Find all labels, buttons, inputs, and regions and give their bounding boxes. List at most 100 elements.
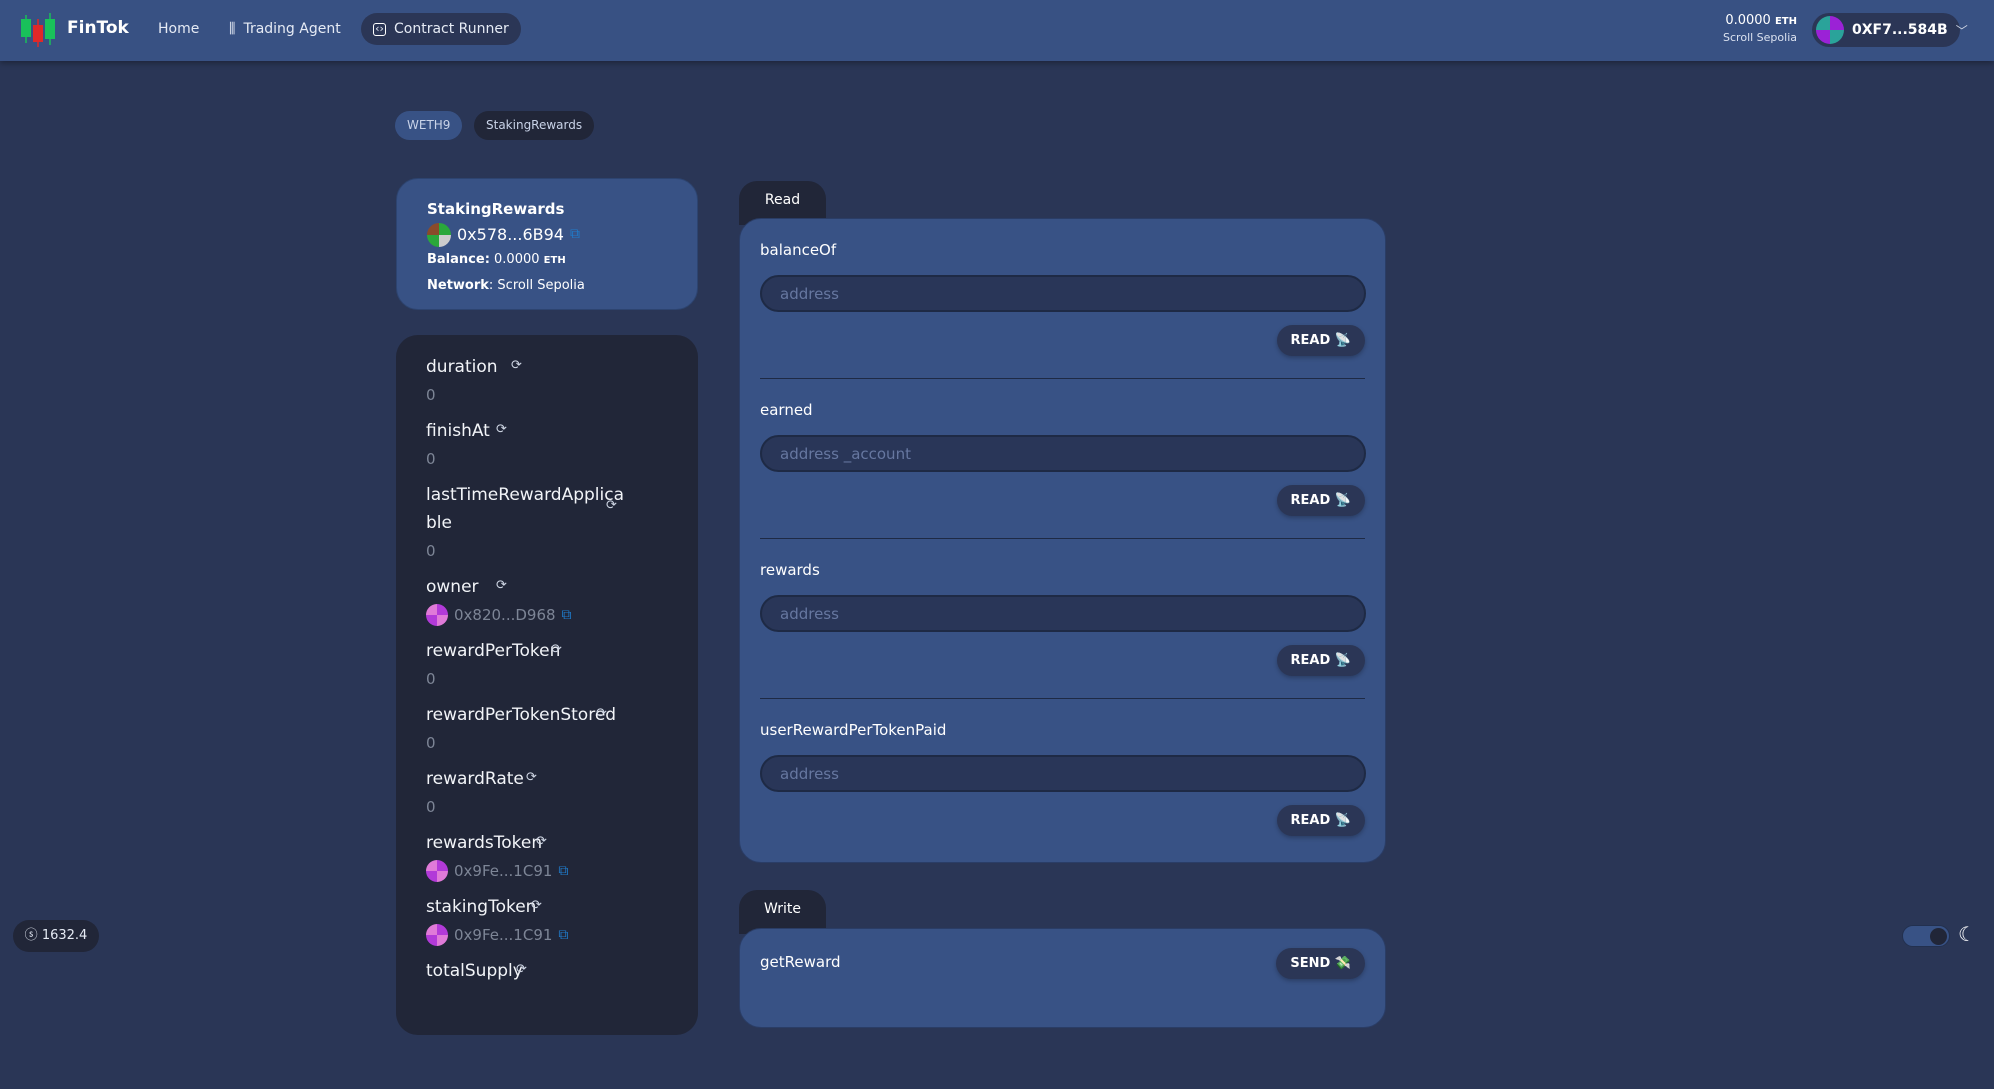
variable-name: rewardPerToken [426,641,561,661]
code-icon: ‹› [373,22,386,36]
read-button[interactable]: READ 📡 [1276,805,1365,836]
variable-value-text: 0 [426,734,436,752]
refresh-icon[interactable]: ⟳ [526,770,537,785]
contract-network: : Scroll Sepolia [488,278,585,293]
theme-toggle[interactable] [1902,925,1950,947]
variable-value-text: 0 [426,798,436,816]
balance-value: 0.0000 [1725,13,1771,28]
variable-value: 0 [426,665,698,693]
variable-name: rewardsToken [426,833,543,853]
function-name: balanceOf [760,241,837,259]
variable-value: 0 [426,729,698,757]
variable-value-text: 0x820...D968 [454,606,556,624]
network-name: Scroll Sepolia [1723,31,1797,44]
read-button[interactable]: READ 📡 [1276,485,1365,516]
nav-home[interactable]: Home [146,13,211,45]
address-avatar [426,860,448,882]
refresh-icon[interactable]: ⟳ [496,422,507,437]
read-function-earned: earned READ 📡 [760,379,1366,539]
refresh-icon[interactable]: ⟳ [606,498,617,513]
refresh-icon[interactable]: ⟳ [531,898,542,913]
copy-icon[interactable]: ⧉ [558,921,568,949]
variable-value-text: 0 [426,450,436,468]
balance-unit: ETH [1774,16,1797,27]
variable-value-text: 0x9Fe...1C91 [454,926,553,944]
variable-value-text: 0 [426,542,436,560]
contract-tab-weth9[interactable]: WETH9 [395,111,463,140]
function-arg-input[interactable] [760,435,1366,472]
variable-name: duration [426,357,498,377]
wallet-avatar [1816,16,1844,44]
variable-value: 0 [426,537,698,565]
network-label: Network [427,278,489,293]
contract-tab-stakingrewards[interactable]: StakingRewards [474,111,595,140]
fintok-logo[interactable] [20,13,60,47]
read-function-userrewardpertokenpaid: userRewardPerTokenPaid READ 📡 [760,699,1366,859]
variable-value-text: 0 [426,670,436,688]
write-card: getReward SEND 💸 [739,928,1386,1028]
contract-avatar [427,222,451,247]
read-function-rewards: rewards READ 📡 [760,539,1366,699]
function-name: getReward [760,953,841,971]
read-function-balanceof: balanceOf READ 📡 [760,219,1366,379]
variable-value-text: 0 [426,386,436,404]
variable-name: owner [426,577,479,597]
eth-price: 1632.4 [41,928,88,943]
copy-icon[interactable]: ⧉ [570,222,580,247]
read-button[interactable]: READ 📡 [1276,325,1365,356]
wallet-address: 0XF7...584B [1852,22,1948,38]
variable-value: 0 [426,793,698,821]
write-function-getreward: getReward SEND 💸 [760,929,1365,1089]
function-name: userRewardPerTokenPaid [760,721,947,739]
wallet-button[interactable]: 0XF7...584B ﹀ [1812,13,1968,47]
state-variable: rewardsToken ⟳ 0x9Fe...1C91 ⧉ [426,829,698,893]
moon-icon: ☾ [1958,922,1976,946]
state-variable: lastTimeRewardApplicable ⟳ 0 [426,481,698,573]
state-variables-panel: duration ⟳ 0 finishAt ⟳ 0 lastTimeRewardApplic… [396,335,698,1035]
state-variable: owner ⟳ 0x820...D968 ⧉ [426,573,698,637]
read-button[interactable]: READ 📡 [1276,645,1365,676]
variable-value: 0 [426,381,698,409]
sliders-icon: ⫼ [229,21,236,37]
variable-name: finishAt [426,421,490,441]
contract-address: 0x578...6B94 [457,225,564,244]
nav-home-label: Home [158,21,200,37]
copy-icon[interactable]: ⧉ [558,857,568,885]
nav-trading-agent[interactable]: ⫼ Trading Agent [217,13,353,45]
state-variable: stakingToken ⟳ 0x9Fe...1C91 ⧉ [426,893,698,957]
refresh-icon[interactable]: ⟳ [516,962,527,977]
nav-trading-agent-label: Trading Agent [243,21,341,37]
state-variable: rewardPerToken ⟳ 0 [426,637,698,701]
variable-value: 0x820...D968 ⧉ [426,601,698,629]
copy-icon[interactable]: ⧉ [562,601,572,629]
refresh-icon[interactable]: ⟳ [511,358,522,373]
variable-value: 0 [426,445,698,473]
state-variable: rewardRate ⟳ 0 [426,765,698,829]
nav-contract-runner[interactable]: ‹› Contract Runner [361,13,521,45]
refresh-icon[interactable]: ⟳ [596,706,607,721]
eth-price-badge: ⓢ 1632.4 [13,920,99,952]
variable-name: lastTimeRewardApplicable [426,485,624,533]
balance-label: Balance: [427,252,490,267]
variable-value: 0x9Fe...1C91 ⧉ [426,857,698,885]
function-arg-input[interactable] [760,755,1366,792]
state-variable: finishAt ⟳ 0 [426,417,698,481]
refresh-icon[interactable]: ⟳ [536,834,547,849]
address-avatar [426,924,448,946]
nav-contract-runner-label: Contract Runner [394,21,509,37]
top-nav: FinTok Home ⫼ Trading Agent ‹› Contract Ru… [0,0,1994,61]
refresh-icon[interactable]: ⟳ [551,642,562,657]
contract-balance: 0.0000 [494,252,540,267]
function-arg-input[interactable] [760,275,1366,312]
state-variable: duration ⟳ 0 [426,353,698,417]
chevron-down-icon: ﹀ [1955,23,1968,38]
refresh-icon[interactable]: ⟳ [496,578,507,593]
send-button[interactable]: SEND 💸 [1276,948,1365,979]
function-arg-input[interactable] [760,595,1366,632]
contract-info-card: StakingRewards 0x578...6B94 ⧉ Balance: 0.… [396,178,698,310]
brand-name[interactable]: FinTok [67,18,129,38]
dollar-icon: ⓢ [24,928,38,943]
contract-name: StakingRewards [427,200,565,218]
state-variable: totalSupply ⟳ [426,957,698,1021]
read-card: balanceOf READ 📡 earned READ 📡 rewards R… [739,218,1386,863]
